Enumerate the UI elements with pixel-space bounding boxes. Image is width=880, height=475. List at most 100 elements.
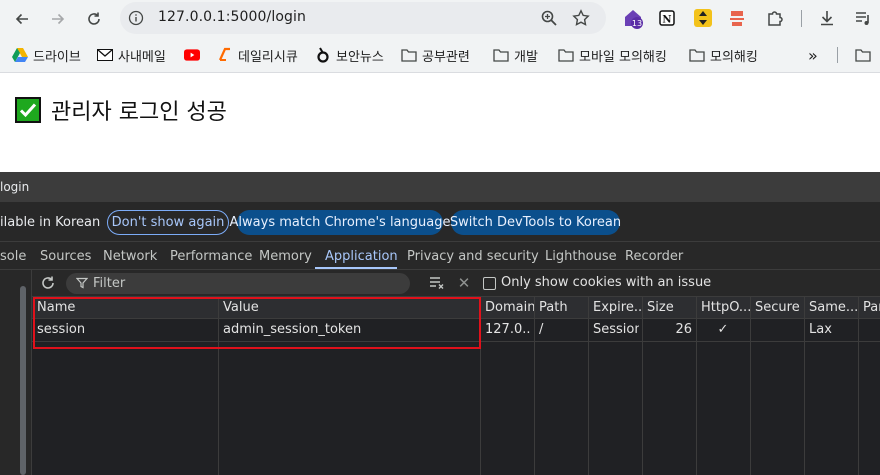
sort-extension[interactable] [692, 7, 714, 29]
only-issue-checkbox[interactable] [483, 277, 496, 290]
zoom-icon[interactable] [540, 9, 558, 27]
cell-samesite: Lax [809, 322, 832, 337]
playlist-icon [856, 12, 869, 25]
refresh-icon[interactable] [40, 275, 56, 291]
column-header-name[interactable]: Name [32, 297, 218, 319]
column-header-value[interactable]: Value [218, 297, 480, 319]
tab-privacy-security[interactable]: Privacy and security [407, 249, 539, 264]
check-mark-icon [15, 97, 41, 123]
column-header-secure[interactable]: Secure [750, 297, 804, 319]
reload-button[interactable] [82, 7, 106, 31]
bookmark-folder-study[interactable]: 공부관련 [401, 45, 470, 65]
address-bar[interactable]: 127.0.0.1:5000/login [120, 2, 606, 34]
bookmark-label: 보안뉴스 [336, 49, 384, 65]
site-info-icon[interactable] [128, 10, 144, 26]
bookmarks-overflow-button[interactable]: » [808, 45, 818, 65]
tab-performance[interactable]: Performance [170, 249, 252, 264]
gmail-icon [97, 47, 113, 63]
bookmark-dailysecu[interactable]: 데일리시큐 [217, 45, 298, 65]
folder-icon [493, 47, 509, 63]
sidebar-scrollbar[interactable] [20, 286, 26, 475]
browser-toolbar: 127.0.0.1:5000/login 13 N [0, 0, 880, 37]
application-sidebar [0, 270, 32, 475]
bookmark-folder-dev[interactable]: 개발 [493, 45, 538, 65]
bookmark-label: 사내메일 [118, 49, 166, 65]
bookmark-mail[interactable]: 사내메일 [97, 45, 166, 65]
bookmark-folder-pentest[interactable]: 모의해킹 [689, 45, 758, 65]
tab-network[interactable]: Network [103, 249, 157, 264]
bookmarks-bar: 드라이브 사내메일 데일리시큐 보안뉴스 공부관련 개발 모바일 모의해킹 모의… [0, 37, 880, 73]
filter-placeholder: Filter [93, 276, 126, 291]
bookmark-label: 드라이브 [33, 49, 81, 65]
clear-all-cookies-icon[interactable] [428, 275, 446, 291]
toolbar-divider [801, 10, 802, 27]
bookmark-folder-mobile[interactable]: 모바일 모의해킹 [558, 45, 667, 65]
tab-sources[interactable]: Sources [40, 249, 91, 264]
cell-domain: 127.0.... [485, 322, 531, 337]
column-header-httponly[interactable]: HttpO... [696, 297, 750, 319]
page-content: 관리자 로그인 성공 [0, 74, 880, 172]
bookmark-drive[interactable]: 드라이브 [12, 45, 81, 65]
cell-name: session [37, 322, 86, 337]
devtools-titlebar: login [0, 172, 880, 202]
folder-icon [401, 47, 417, 63]
downloads-button[interactable] [816, 7, 838, 29]
column-header-samesite[interactable]: Same... [804, 297, 858, 319]
notion-icon: N [659, 10, 675, 26]
column-header-partition[interactable]: Par [858, 297, 880, 319]
tab-application[interactable]: Application [325, 249, 398, 264]
extensions-button[interactable] [764, 7, 786, 29]
youtube-icon [184, 47, 200, 63]
all-bookmarks-button[interactable] [855, 45, 871, 65]
bookmark-star-icon[interactable] [572, 9, 590, 27]
forward-button[interactable] [46, 7, 70, 31]
filter-funnel-icon [76, 277, 88, 289]
active-tab-indicator [315, 267, 397, 269]
tab-lighthouse[interactable]: Lighthouse [545, 249, 617, 264]
extension-badge-icon[interactable]: 13 [622, 7, 644, 29]
filter-input[interactable]: Filter [66, 273, 410, 294]
sort-arrows-icon [694, 9, 712, 27]
column-header-size[interactable]: Size [642, 297, 696, 319]
korean-char-icon [730, 11, 744, 26]
dont-show-again-button[interactable]: Don't show again [107, 210, 229, 235]
bookmark-boannews[interactable]: 보안뉴스 [315, 45, 384, 65]
column-header-expires[interactable]: Expire... [588, 297, 642, 319]
bookmark-label: 모의해킹 [710, 49, 758, 65]
dailysecu-icon [217, 47, 233, 63]
devtools-panel: login ilable in Korean Don't show again … [0, 172, 880, 475]
bookmark-label: 모바일 모의해킹 [579, 49, 667, 65]
bookmark-label: 개발 [514, 49, 538, 65]
google-drive-icon [12, 47, 28, 63]
back-button[interactable] [10, 7, 34, 31]
success-text: 관리자 로그인 성공 [51, 100, 227, 125]
media-control-button[interactable] [852, 7, 874, 29]
tab-recorder[interactable]: Recorder [625, 249, 683, 264]
cookies-table: Name Value Domain Path Expire... Size Ht… [32, 297, 880, 475]
tab-memory[interactable]: Memory [259, 249, 312, 264]
folder-icon [689, 47, 705, 63]
toss-extension[interactable] [726, 7, 748, 29]
cell-path: / [539, 322, 544, 337]
bookmarks-divider [837, 47, 838, 63]
notion-extension[interactable]: N [656, 7, 678, 29]
delete-selected-icon[interactable]: ✕ [456, 274, 472, 292]
folder-icon [855, 47, 871, 63]
tab-console[interactable]: sole [0, 249, 26, 264]
column-header-domain[interactable]: Domain [480, 297, 534, 319]
bookmark-youtube[interactable] [184, 45, 200, 65]
cell-value: admin_session_token [223, 322, 362, 337]
table-row[interactable]: session admin_session_token 127.0.... / … [32, 319, 880, 341]
arrow-left-icon [15, 13, 28, 25]
column-header-path[interactable]: Path [534, 297, 588, 319]
reload-icon [88, 12, 100, 25]
always-match-language-button[interactable]: Always match Chrome's language [230, 210, 450, 235]
url-text: 127.0.0.1:5000/login [158, 9, 306, 25]
puzzle-icon [768, 11, 783, 26]
language-infobar: ilable in Korean Don't show again Always… [0, 202, 880, 242]
boannews-icon [315, 47, 331, 63]
cell-size: 26 [675, 322, 692, 337]
cell-expires: Session [593, 322, 639, 337]
switch-to-korean-button[interactable]: Switch DevTools to Korean [450, 210, 621, 235]
cell-httponly: ✓ [717, 322, 729, 337]
